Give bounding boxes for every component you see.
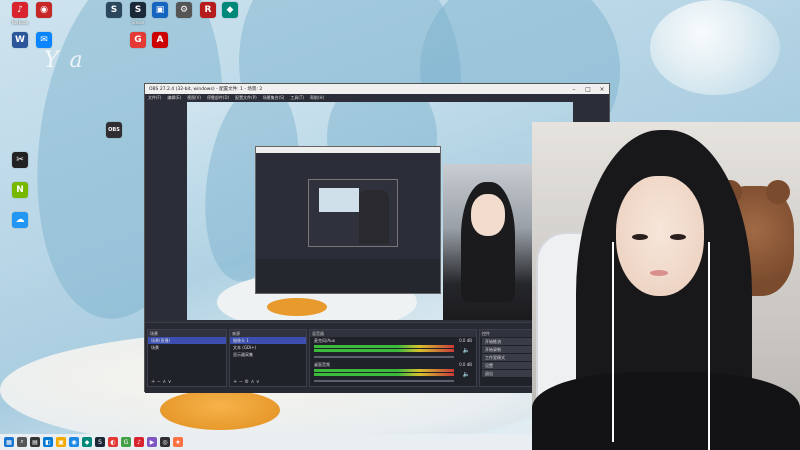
desktop-icon[interactable]: ◆ (212, 2, 248, 20)
wallpaper-egg-yolk (160, 390, 280, 430)
earphone-cable (612, 242, 614, 442)
mixer-track-name: 桌面音频 (314, 362, 330, 367)
nested-obs-window (255, 146, 441, 294)
nested-preview (319, 188, 359, 212)
taskbar-app-icon[interactable]: ◐ (108, 437, 118, 447)
volume-slider[interactable] (314, 356, 454, 358)
minimize-icon[interactable]: – (567, 86, 581, 93)
source-item[interactable]: 摄像头 1 (230, 337, 306, 344)
scenes-dock-title: 场景 (148, 330, 226, 337)
app-icon: N (12, 182, 28, 198)
taskbar-app-icon[interactable]: ◆ (82, 437, 92, 447)
taskbar-app-icon[interactable]: ★ (173, 437, 183, 447)
obs-title-text: OBS 27.2.4 (32-bit, windows) - 配置文件: 1 -… (149, 87, 263, 92)
taskbar-app-icon[interactable]: ▣ (56, 437, 66, 447)
person-eye (632, 234, 648, 240)
taskbar-app-icon[interactable]: ◎ (160, 437, 170, 447)
preview-egg-yolk (267, 298, 327, 316)
taskbar-app-icon[interactable]: ▶ (147, 437, 157, 447)
mixer-track-name: 麦克风/Aux (314, 338, 335, 343)
mixer-track-level: 0.0 dB (459, 362, 472, 367)
mixer-title: 混音器 (310, 330, 476, 337)
menu-tools[interactable]: 工具(T) (290, 95, 304, 101)
wallpaper-orb (650, 0, 780, 95)
desktop-icon-label: Steam (131, 20, 145, 25)
obs-title-bar[interactable]: OBS 27.2.4 (32-bit, windows) - 配置文件: 1 -… (145, 84, 609, 94)
audio-mixer-dock: 混音器 麦克风/Aux 0.0 dB 🔈 桌面音频 0.0 dB 🔈 (309, 329, 477, 387)
scene-add-controls[interactable]: + − ∧ ∨ (151, 379, 171, 385)
person-eye (670, 234, 686, 240)
desktop-icon[interactable]: A (142, 32, 178, 50)
volume-meter (314, 345, 454, 348)
app-icon: A (152, 32, 168, 48)
menu-profile[interactable]: 配置文件(P) (235, 95, 257, 101)
wallpaper-text: Y a (44, 48, 85, 73)
app-icon: ◆ (222, 2, 238, 18)
desktop-icon[interactable]: ✂ (2, 152, 38, 170)
source-item[interactable]: 文本 (GDI+) (230, 344, 306, 351)
taskbar-app-icon[interactable]: ▤ (30, 437, 40, 447)
nested-obs-title (256, 147, 440, 153)
sources-dock: 来源 摄像头 1 文本 (GDI+) 显示器采集 + − ⚙ ∧ ∨ (229, 329, 307, 387)
scene-item[interactable]: 场景 (148, 344, 226, 351)
volume-meter (314, 369, 454, 372)
desktop-icon[interactable]: ✉ (26, 32, 62, 50)
preview-webcam (443, 164, 535, 320)
earphone-cable (708, 242, 710, 450)
menu-docks[interactable]: 停靠部件(D) (207, 95, 229, 101)
source-add-controls[interactable]: + − ⚙ ∧ ∨ (233, 379, 260, 385)
mixer-track: 桌面音频 0.0 dB 🔈 (310, 361, 476, 385)
menu-help[interactable]: 帮助(H) (310, 95, 324, 101)
source-item[interactable]: 显示器采集 (230, 351, 306, 358)
menu-view[interactable]: 视图(V) (187, 95, 201, 101)
speaker-icon[interactable]: 🔈 (463, 347, 470, 354)
taskbar: ▦ ⌕ ▤ ◧ ▣ ◉ ◆ S ◐ G ♪ ▶ ◎ ★ (0, 434, 532, 450)
mixer-track: 麦克风/Aux 0.0 dB 🔈 (310, 337, 476, 361)
desktop-icon[interactable]: N (2, 182, 38, 200)
taskbar-app-icon[interactable]: ◉ (69, 437, 79, 447)
app-icon: ✉ (36, 32, 52, 48)
taskbar-app-icon[interactable]: ♪ (134, 437, 144, 447)
taskbar-app-icon[interactable]: ◧ (43, 437, 53, 447)
menu-file[interactable]: 文件(F) (148, 95, 161, 101)
app-icon: ✂ (12, 152, 28, 168)
desktop-icon[interactable]: ☁ (2, 212, 38, 230)
app-icon: ◉ (36, 2, 52, 18)
taskbar-app-icon[interactable]: S (95, 437, 105, 447)
close-icon[interactable]: × (595, 86, 609, 93)
mixer-track-level: 0.0 dB (459, 338, 472, 343)
volume-slider[interactable] (314, 380, 454, 382)
desktop-icon-label: NetEase (11, 20, 29, 25)
app-icon: OBS (106, 122, 122, 138)
scenes-dock: 场景 场景(直播) 场景 + − ∧ ∨ (147, 329, 227, 387)
desktop-icon[interactable]: OBS (96, 122, 132, 140)
obs-menu-bar: 文件(F) 编辑(E) 视图(V) 停靠部件(D) 配置文件(P) 场景集合(S… (145, 94, 609, 102)
app-icon: ☁ (12, 212, 28, 228)
bear-ear (766, 180, 790, 204)
sources-dock-title: 来源 (230, 330, 306, 337)
volume-meter (314, 349, 454, 352)
nested-webcam (359, 190, 389, 244)
obs-preview[interactable] (187, 102, 573, 320)
scene-item[interactable]: 场景(直播) (148, 337, 226, 344)
nested-obs-window-2 (308, 179, 398, 247)
taskbar-app-icon[interactable]: ⌕ (17, 437, 27, 447)
person-lips (650, 270, 668, 276)
speaker-icon[interactable]: 🔈 (463, 371, 470, 378)
maximize-icon[interactable]: □ (581, 86, 595, 93)
menu-edit[interactable]: 编辑(E) (167, 95, 181, 101)
preview-webcam-face (471, 194, 505, 236)
menu-scene-collection[interactable]: 场景集合(S) (263, 95, 285, 101)
person-body (532, 372, 800, 450)
desktop-icon[interactable]: ◉ (26, 2, 62, 20)
nested-obs-docks (256, 259, 440, 293)
webcam-overlay (532, 122, 800, 450)
taskbar-app-icon[interactable]: ▦ (4, 437, 14, 447)
volume-meter (314, 373, 454, 376)
person-face (616, 176, 704, 296)
taskbar-app-icon[interactable]: G (121, 437, 131, 447)
